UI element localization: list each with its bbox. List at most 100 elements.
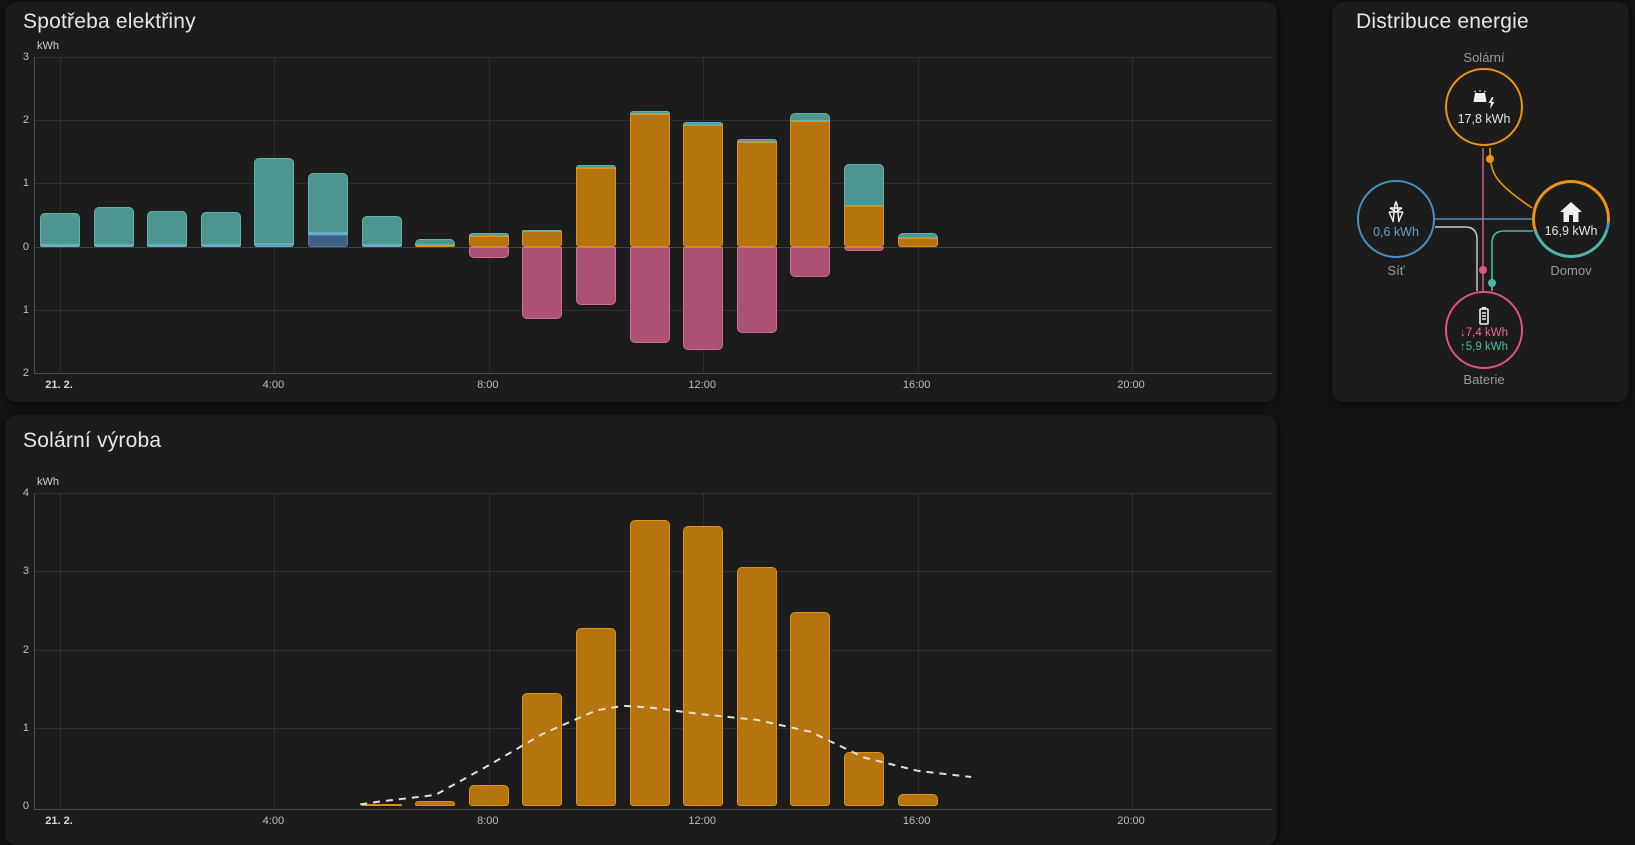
bar-grid-h1[interactable] bbox=[93, 244, 134, 247]
bar-battery_in-h11-neg[interactable] bbox=[629, 246, 670, 343]
v-gridline bbox=[1132, 493, 1133, 809]
x-tick-label: 16:00 bbox=[902, 379, 931, 391]
bar-battery_out-h13[interactable] bbox=[736, 139, 777, 142]
solar-power-icon bbox=[1471, 89, 1497, 111]
x-tick-label: 20:00 bbox=[1117, 379, 1145, 391]
flow-dot-battery-in bbox=[1479, 266, 1487, 274]
home-node-label: Domov bbox=[1550, 263, 1592, 278]
bar-grid-h2[interactable] bbox=[147, 244, 188, 247]
bar-battery_in-h9-neg[interactable] bbox=[522, 246, 563, 320]
battery-discharge-value: ↑5,9 kWh bbox=[1460, 341, 1508, 353]
y-tick-label: 2 bbox=[22, 114, 29, 127]
bar-solar-h13[interactable] bbox=[736, 141, 777, 247]
bar-battery_out-h0[interactable] bbox=[40, 213, 80, 245]
energy-distribution-card: Distribuce energie Solární 17,8 kWh 0,6 … bbox=[1332, 2, 1629, 402]
y-tick-label: 3 bbox=[22, 565, 29, 578]
solar-unit-label: kWh bbox=[37, 476, 59, 488]
y-tick-label: 1 bbox=[22, 721, 29, 734]
flow-grid-to-battery bbox=[1435, 226, 1478, 291]
bar-solar-h10[interactable] bbox=[576, 628, 616, 806]
bar-grid-h0[interactable] bbox=[40, 244, 80, 247]
bar-solar-h13[interactable] bbox=[736, 567, 777, 806]
v-gridline bbox=[274, 493, 276, 809]
bar-battery_out-h15[interactable] bbox=[844, 164, 884, 207]
bar-battery_in-h8-neg[interactable] bbox=[468, 246, 509, 258]
bar-grid-h4[interactable] bbox=[254, 244, 295, 247]
solar-production-title: Solární výroba bbox=[23, 429, 162, 452]
bar-solar-h8[interactable] bbox=[468, 236, 509, 247]
bar-solar-h14[interactable] bbox=[790, 611, 831, 806]
h-gridline bbox=[35, 57, 1272, 58]
x-tick-label: 12:00 bbox=[688, 379, 716, 391]
bar-solar-h11[interactable] bbox=[629, 113, 670, 247]
bar-solar-h7[interactable] bbox=[415, 801, 456, 806]
x-tick-label: 8:00 bbox=[477, 379, 499, 391]
v-gridline bbox=[488, 493, 490, 809]
bar-solar-h15[interactable] bbox=[844, 752, 884, 806]
bar-battery_out-h4[interactable] bbox=[254, 158, 295, 245]
bar-solar-h16[interactable] bbox=[897, 237, 938, 247]
battery-charge-value: ↓7,4 kWh bbox=[1460, 327, 1508, 339]
bar-battery_out-h9[interactable] bbox=[522, 229, 563, 232]
bar-battery_out-h3[interactable] bbox=[200, 212, 241, 245]
bar-grid-h6[interactable] bbox=[361, 244, 402, 247]
bar-battery_out-h2[interactable] bbox=[147, 211, 188, 245]
distribution-title: Distribuce energie bbox=[1356, 10, 1529, 33]
bar-battery_out-h6[interactable] bbox=[361, 216, 402, 245]
x-tick-label: 12:00 bbox=[688, 815, 716, 827]
v-gridline bbox=[488, 57, 490, 373]
bar-solar-h7[interactable] bbox=[415, 244, 456, 247]
flow-battery-to-home bbox=[1491, 230, 1533, 291]
y-tick-label: 1 bbox=[22, 303, 29, 316]
y-tick-label: 1 bbox=[22, 177, 29, 190]
solar-node[interactable]: 17,8 kWh bbox=[1445, 68, 1523, 146]
bar-solar-h11[interactable] bbox=[629, 520, 670, 806]
y-tick-label: 2 bbox=[22, 643, 29, 656]
bar-battery_in-h10-neg[interactable] bbox=[576, 246, 616, 305]
v-gridline bbox=[917, 57, 919, 373]
bar-battery_out-h11[interactable] bbox=[629, 110, 670, 114]
bar-battery_out-h7[interactable] bbox=[415, 239, 456, 245]
bar-solar-h12[interactable] bbox=[683, 124, 724, 247]
bar-grid-h3[interactable] bbox=[200, 244, 241, 247]
bar-solar-h12[interactable] bbox=[683, 525, 724, 806]
x-tick-label: 21. 2. bbox=[45, 815, 73, 827]
transmission-tower-icon bbox=[1384, 199, 1408, 224]
x-tick-label: 8:00 bbox=[477, 815, 499, 827]
bar-battery_in-h12-neg[interactable] bbox=[683, 246, 724, 350]
consumption-unit-label: kWh bbox=[37, 40, 59, 52]
bar-solar-h16[interactable] bbox=[897, 794, 938, 806]
y-tick-label: 2 bbox=[22, 367, 29, 379]
bar-solar-h8[interactable] bbox=[468, 784, 509, 806]
bar-battery_in-h14-neg[interactable] bbox=[790, 246, 831, 277]
consumption-card: Spotřeba elektřiny kWh 3 2 1 0 1 2 21. 2. 4:00… bbox=[5, 2, 1277, 402]
x-tick-label: 4:00 bbox=[262, 815, 285, 827]
bar-battery_out-h16[interactable] bbox=[897, 232, 938, 238]
solar-node-label: Solární bbox=[1463, 50, 1505, 65]
bar-battery_out-h12[interactable] bbox=[683, 122, 724, 125]
bar-solar-h15[interactable] bbox=[844, 206, 884, 247]
flow-dot-battery-out bbox=[1488, 279, 1496, 287]
v-gridline bbox=[917, 493, 919, 809]
bar-battery_out-h8[interactable] bbox=[468, 233, 509, 237]
battery-node[interactable]: ↓7,4 kWh ↑5,9 kWh bbox=[1445, 291, 1523, 369]
bar-battery_out-h1[interactable] bbox=[93, 206, 134, 245]
y-tick-label: 3 bbox=[22, 51, 29, 63]
bar-solar-h10[interactable] bbox=[576, 168, 616, 247]
x-tick-label: 20:00 bbox=[1117, 815, 1145, 827]
solar-node-value: 17,8 kWh bbox=[1457, 111, 1511, 126]
bar-solar-h14[interactable] bbox=[790, 121, 831, 247]
bar-battery_out-h14[interactable] bbox=[790, 113, 831, 122]
bar-battery_in-h13-neg[interactable] bbox=[736, 246, 777, 334]
grid-node[interactable]: 0,6 kWh bbox=[1357, 180, 1435, 258]
bar-battery_out-h5[interactable] bbox=[308, 172, 348, 233]
bar-battery_in-h15-neg[interactable] bbox=[844, 246, 884, 252]
consumption-plot-area bbox=[34, 57, 1272, 374]
bar-solar-h6[interactable] bbox=[361, 804, 402, 807]
bar-battery_out-h10[interactable] bbox=[576, 165, 616, 169]
home-node[interactable]: 16,9 kWh bbox=[1532, 180, 1610, 258]
bar-grid2-h5[interactable] bbox=[308, 234, 348, 247]
bar-solar-h9[interactable] bbox=[522, 692, 563, 806]
bar-solar-h9[interactable] bbox=[522, 231, 563, 247]
bar-grid-h5[interactable] bbox=[308, 232, 348, 235]
